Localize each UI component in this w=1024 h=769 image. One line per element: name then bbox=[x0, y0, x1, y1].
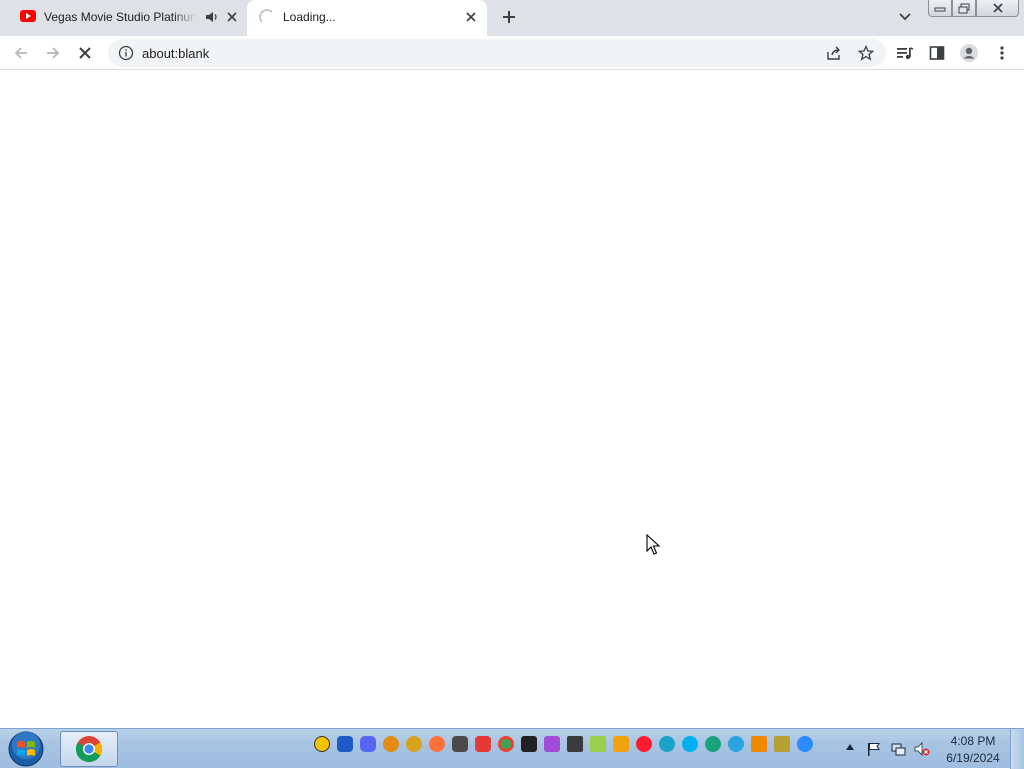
flag-icon[interactable] bbox=[866, 741, 882, 757]
telegram-icon[interactable] bbox=[728, 736, 744, 752]
share-icon bbox=[827, 46, 840, 60]
search-app-icon[interactable] bbox=[383, 736, 399, 752]
address-bar[interactable]: about:blank bbox=[108, 39, 886, 67]
maximize-icon bbox=[958, 3, 970, 13]
zoom-icon[interactable] bbox=[797, 736, 813, 752]
flower-app-icon[interactable] bbox=[406, 736, 422, 752]
back-arrow-icon bbox=[14, 47, 27, 59]
close-tab-button[interactable] bbox=[463, 9, 479, 25]
close-icon bbox=[992, 3, 1003, 13]
url-text[interactable]: about:blank bbox=[142, 46, 209, 61]
plus-icon bbox=[503, 11, 515, 23]
show-hidden-icons-icon[interactable] bbox=[845, 743, 855, 751]
tab-youtube[interactable]: Vegas Movie Studio Platinum bbox=[8, 0, 246, 34]
show-desktop-button[interactable] bbox=[1010, 729, 1024, 769]
loading-spinner-icon bbox=[259, 9, 275, 25]
page-content[interactable] bbox=[0, 71, 1024, 728]
skype-icon[interactable] bbox=[682, 736, 698, 752]
chrome-icon[interactable] bbox=[498, 736, 514, 752]
red-app-icon[interactable] bbox=[475, 736, 491, 752]
browser-toolbar: about:blank bbox=[0, 36, 1024, 70]
volume-muted-icon[interactable] bbox=[914, 741, 930, 757]
forward-button[interactable] bbox=[42, 42, 64, 64]
taskbar: 4:08 PM 6/19/2024 bbox=[0, 728, 1024, 769]
close-tab-button[interactable] bbox=[224, 9, 240, 25]
vlc-icon[interactable] bbox=[751, 736, 767, 752]
tab-title: Loading... bbox=[283, 10, 336, 24]
taskbar-chrome-button[interactable] bbox=[60, 731, 118, 767]
star-icon bbox=[858, 45, 874, 61]
stop-button[interactable] bbox=[74, 42, 96, 64]
windows-start-icon[interactable] bbox=[6, 730, 46, 768]
film-app-icon[interactable] bbox=[567, 736, 583, 752]
menu-button[interactable] bbox=[991, 42, 1013, 64]
profile-button[interactable] bbox=[958, 42, 980, 64]
side-panel-icon bbox=[929, 46, 945, 60]
more-vert-icon bbox=[1000, 46, 1004, 60]
chat-app-icon[interactable] bbox=[705, 736, 721, 752]
back-button[interactable] bbox=[10, 42, 32, 64]
minimize-icon bbox=[934, 7, 946, 12]
minimize-button[interactable] bbox=[928, 0, 952, 17]
new-tab-button[interactable] bbox=[500, 8, 518, 26]
clock-time[interactable]: 4:08 PM bbox=[940, 734, 1006, 748]
profile-icon bbox=[960, 44, 978, 62]
close-icon bbox=[227, 12, 237, 22]
chrome-icon bbox=[75, 736, 103, 763]
window-close-button[interactable] bbox=[976, 0, 1019, 17]
discord-icon[interactable] bbox=[360, 736, 376, 752]
edge-icon[interactable] bbox=[659, 736, 675, 752]
youtube-icon bbox=[20, 10, 36, 22]
share-button[interactable] bbox=[823, 42, 845, 64]
zap-app-icon[interactable] bbox=[613, 736, 629, 752]
colorful-app-icon[interactable] bbox=[544, 736, 560, 752]
close-icon bbox=[466, 12, 476, 22]
firefox-icon[interactable] bbox=[429, 736, 445, 752]
bookmark-button[interactable] bbox=[855, 42, 877, 64]
forward-arrow-icon bbox=[47, 47, 60, 59]
media-control-icon bbox=[897, 47, 914, 60]
notes-app-icon[interactable] bbox=[590, 736, 606, 752]
side-panel-button[interactable] bbox=[926, 42, 948, 64]
mouse-cursor-icon bbox=[646, 534, 661, 555]
tab-strip: Vegas Movie Studio Platinum Loading... bbox=[0, 0, 1024, 36]
tab-loading[interactable]: Loading... bbox=[247, 0, 487, 36]
opera-icon[interactable] bbox=[636, 736, 652, 752]
headphones-app-icon[interactable] bbox=[337, 736, 353, 752]
clock-date[interactable]: 6/19/2024 bbox=[940, 751, 1006, 765]
network-icon[interactable] bbox=[890, 741, 906, 757]
pencil-app-icon[interactable] bbox=[774, 736, 790, 752]
speaker-icon[interactable] bbox=[205, 10, 219, 24]
info-icon[interactable] bbox=[118, 45, 134, 61]
tab-title: Vegas Movie Studio Platinum bbox=[44, 10, 196, 24]
chevron-down-icon[interactable] bbox=[896, 9, 914, 25]
triangle-app-icon[interactable] bbox=[314, 736, 330, 752]
inkscape-icon[interactable] bbox=[521, 736, 537, 752]
gamepad-app-icon[interactable] bbox=[452, 736, 468, 752]
maximize-button[interactable] bbox=[952, 0, 976, 17]
media-control-button[interactable] bbox=[894, 42, 916, 64]
stop-icon bbox=[79, 47, 91, 59]
